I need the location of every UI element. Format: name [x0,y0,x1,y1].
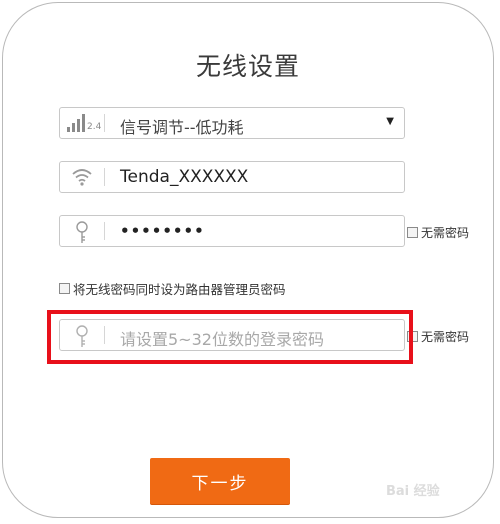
same-as-admin-label: 将无线密码同时设为路由器管理员密码 [73,282,286,297]
signal-strength-icon: 2.4 [60,108,104,138]
no-wifi-password-label: 无需密码 [421,226,470,240]
icon-divider [104,168,105,186]
page-title: 无线设置 [195,52,300,81]
same-as-admin-checkbox[interactable]: 将无线密码同时设为路由器管理员密码 [59,279,286,298]
wireless-settings-card: 无线设置 2.4 信号调节--低功耗 ▼ Tenda_XXXXXX ••••••… [2,2,494,518]
signal-mode-value: 信号调节--低功耗 [120,118,244,137]
wifi-password-input[interactable]: •••••••• [59,215,405,247]
checkbox-box[interactable] [407,227,418,238]
next-button[interactable]: 下一步 [150,458,290,504]
wifi-password-value: •••••••• [120,222,205,240]
ssid-value: Tenda_XXXXXX [120,167,249,187]
no-admin-password-label: 无需密码 [421,330,470,344]
dropdown-arrow-icon[interactable]: ▼ [386,116,394,127]
ssid-input[interactable]: Tenda_XXXXXX [59,161,405,193]
band-label: 2.4 [87,122,102,132]
watermark: Bai 经验 [386,484,440,499]
no-admin-password-checkbox[interactable]: 无需密码 [407,328,469,345]
key-icon [60,216,104,246]
signal-mode-select[interactable]: 2.4 信号调节--低功耗 ▼ [59,107,405,139]
wifi-icon [60,162,104,192]
no-wifi-password-checkbox[interactable]: 无需密码 [407,224,469,241]
highlight-box [47,310,413,364]
checkbox-box[interactable] [59,283,70,294]
icon-divider [104,114,105,132]
icon-divider [104,222,105,240]
